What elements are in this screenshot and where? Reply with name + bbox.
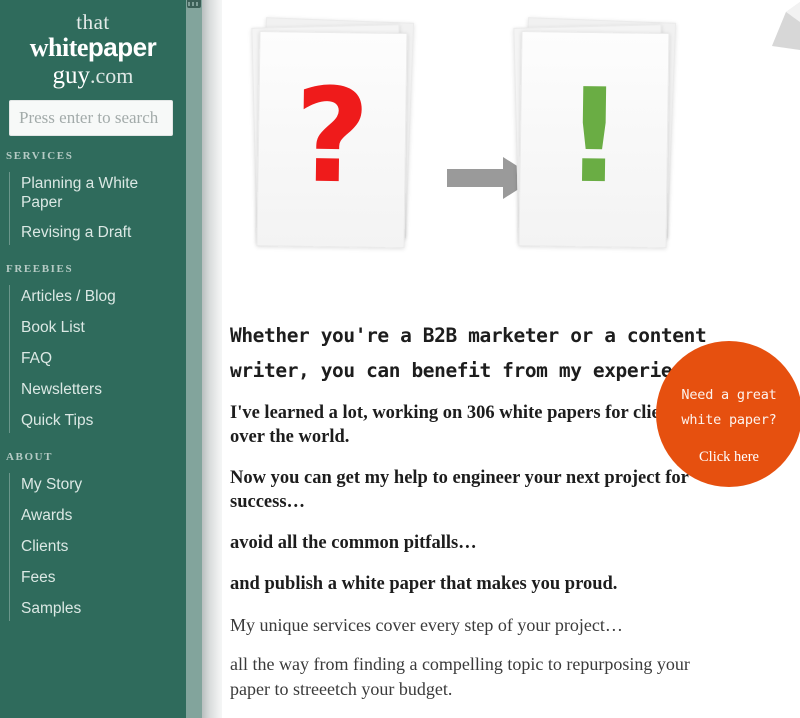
cta-badge-click-here: Click here [699, 449, 759, 465]
page-headline: Whether you're a B2B marketer or a conte… [230, 324, 718, 382]
paper-sheet-front: ! [518, 30, 670, 249]
body-paragraph-2: all the way from finding a compelling to… [230, 654, 690, 699]
paper-sheet-front: ? [256, 30, 408, 249]
sidebar-item-my-story[interactable]: My Story [21, 470, 186, 501]
sidebar-edge-strip [186, 0, 202, 718]
lead-paragraph-2: Now you can get my help to engineer your… [230, 468, 689, 512]
sidebar-item-newsletters[interactable]: Newsletters [21, 375, 186, 406]
nav-heading-freebies: FREEBIES [6, 263, 74, 275]
search-container [0, 92, 186, 136]
sidebar-item-revising-a-draft[interactable]: Revising a Draft [21, 218, 186, 249]
logo-word-guy: guy [52, 62, 91, 89]
nav-heading-about: ABOUT [6, 451, 54, 463]
cta-badge[interactable]: Need a great white paper? Click here [656, 341, 800, 487]
page-root: that whitepaper guy.com SERVICES Plannin… [0, 0, 800, 718]
sidebar-item-articles-blog[interactable]: Articles / Blog [21, 282, 186, 313]
question-mark-icon: ? [293, 58, 371, 213]
scrollbar-grip[interactable] [187, 0, 201, 8]
paper-stack-question: ? [251, 17, 415, 249]
nav-list-services: Planning a White Paper Revising a Draft [0, 169, 186, 249]
sidebar-item-book-list[interactable]: Book List [21, 313, 186, 344]
sidebar-item-fees[interactable]: Fees [21, 563, 186, 594]
logo-word-com: .com [90, 63, 134, 88]
sidebar-item-planning-a-white-paper[interactable]: Planning a White Paper [21, 169, 186, 218]
logo-word-paper: paper [87, 32, 157, 62]
paper-stack-exclamation: ! [513, 17, 677, 249]
lead-paragraph-3: avoid all the common pitfalls… [230, 533, 477, 553]
sidebar-item-quick-tips[interactable]: Quick Tips [21, 406, 186, 437]
body-paragraph-1: My unique services cover every step of y… [230, 615, 623, 635]
nav-heading-services: SERVICES [6, 150, 74, 162]
cta-badge-line-1: Need a great [681, 387, 777, 403]
sidebar-item-faq[interactable]: FAQ [21, 344, 186, 375]
nav-group-about: ABOUT My Story Awards Clients Fees Sampl… [0, 451, 186, 625]
nav-list-freebies: Articles / Blog Book List FAQ Newsletter… [0, 282, 186, 437]
sidebar-item-samples[interactable]: Samples [21, 594, 186, 625]
logo-line-whitepaper: whitepaper [6, 34, 180, 61]
sidebar: that whitepaper guy.com SERVICES Plannin… [0, 0, 186, 718]
search-input[interactable] [9, 100, 173, 136]
hero-illustration: ? ! [222, 0, 800, 318]
site-logo[interactable]: that whitepaper guy.com [0, 0, 186, 92]
sidebar-item-awards[interactable]: Awards [21, 501, 186, 532]
lead-paragraph-4: and publish a white paper that makes you… [230, 574, 618, 594]
main-content: ? ! Whether you're a B2B marketer or a c… [222, 0, 800, 718]
logo-word-white: white [29, 33, 89, 62]
exclamation-mark-icon: ! [563, 59, 625, 212]
nav-list-about: My Story Awards Clients Fees Samples [0, 470, 186, 625]
cta-badge-line-2: white paper? [681, 412, 777, 428]
nav-group-freebies: FREEBIES Articles / Blog Book List FAQ N… [0, 263, 186, 437]
logo-line-that: that [76, 10, 110, 34]
nav-group-services: SERVICES Planning a White Paper Revising… [0, 150, 186, 249]
lead-paragraph-1: I've learned a lot, working on 306 white… [230, 403, 708, 447]
sidebar-item-clients[interactable]: Clients [21, 532, 186, 563]
logo-line-guycom: guy.com [6, 63, 180, 88]
